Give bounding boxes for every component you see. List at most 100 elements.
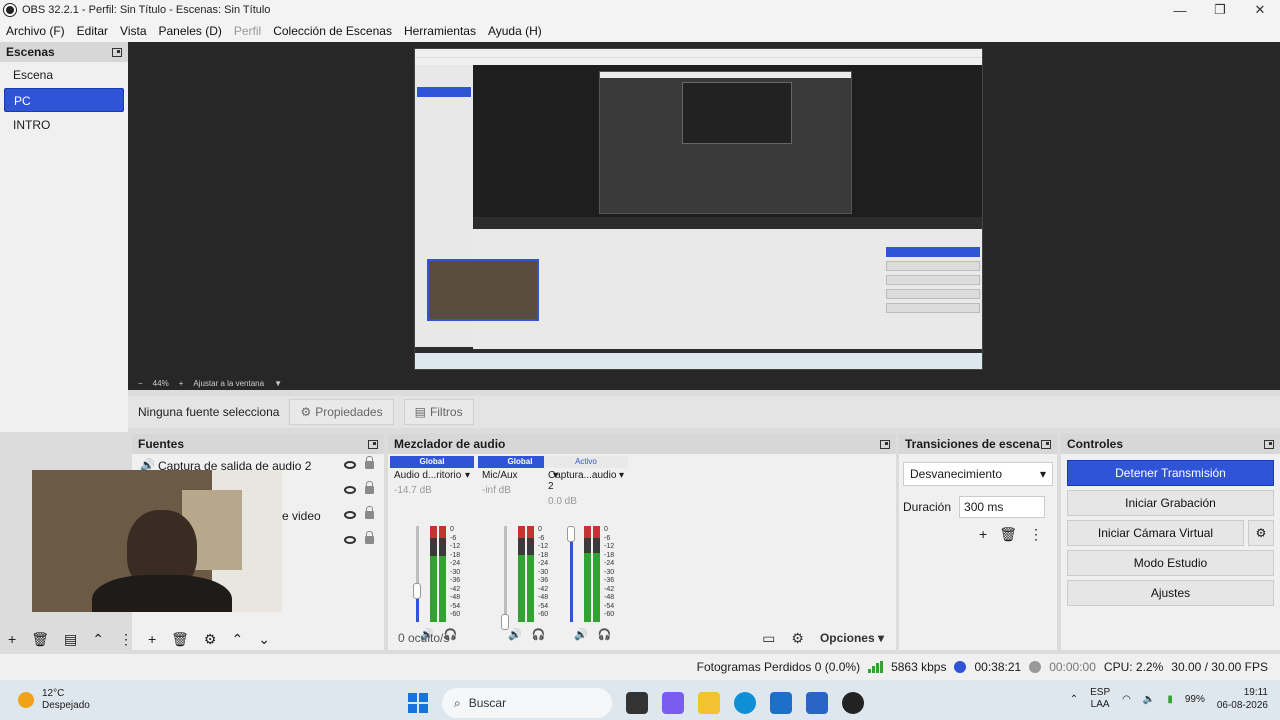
volume-fader[interactable]	[504, 526, 507, 622]
minimize-button[interactable]: —	[1160, 0, 1200, 20]
channel-name-row[interactable]: Audio d...ritorio ▾	[390, 468, 474, 483]
eye-icon[interactable]	[344, 536, 356, 544]
gear-icon[interactable]: ⚙	[204, 631, 217, 648]
duration-value: 300 ms	[964, 500, 1004, 514]
gear-icon[interactable]: ⚙	[1248, 520, 1274, 546]
close-button[interactable]: ✕	[1240, 0, 1280, 20]
db-tick: -18	[604, 551, 615, 559]
volume-fader[interactable]	[416, 526, 419, 622]
channel-name-row[interactable]: Captura...audio 2 ▾	[544, 468, 628, 494]
settings-button[interactable]: Ajustes	[1067, 580, 1274, 606]
undock-icon[interactable]	[880, 439, 890, 449]
menu-editar[interactable]: Editar	[71, 24, 114, 38]
db-tick: -6	[604, 534, 611, 542]
windows-start-icon[interactable]	[408, 693, 428, 713]
lock-icon[interactable]	[365, 481, 374, 494]
filter-icon[interactable]: ▤	[64, 631, 77, 648]
more-icon[interactable]: ⋮	[119, 631, 133, 648]
eye-icon[interactable]	[344, 461, 356, 469]
program-preview[interactable]	[128, 42, 1280, 376]
add-source-icon[interactable]: +	[148, 631, 156, 647]
fader-knob[interactable]	[567, 526, 575, 542]
trash-icon[interactable]: 🗑	[171, 631, 189, 648]
menu-vista[interactable]: Vista	[114, 24, 152, 38]
chevron-down-icon[interactable]: ▼	[274, 379, 282, 388]
layout-icon[interactable]: ▭	[762, 630, 775, 647]
audio-level-meter	[518, 526, 525, 622]
zoom-out-button[interactable]: −	[138, 379, 143, 388]
signal-icon	[868, 661, 884, 673]
stop-stream-button[interactable]: Detener Transmisión	[1067, 460, 1274, 486]
store-icon[interactable]	[770, 692, 792, 714]
duration-input[interactable]: 300 ms	[959, 496, 1046, 518]
outlook-icon[interactable]	[806, 692, 828, 714]
mixer-options-button[interactable]: Opciones ▾	[820, 631, 884, 645]
preview-capture	[414, 48, 983, 370]
battery-icon[interactable]: ▮	[1167, 694, 1173, 705]
db-tick: -30	[604, 568, 615, 576]
scenes-title: Escenas	[6, 45, 55, 59]
scene-item-escena[interactable]: Escena	[4, 63, 124, 87]
properties-button[interactable]: ⚙ Propiedades	[289, 399, 394, 425]
lang-indicator[interactable]: ESP LAA	[1090, 687, 1110, 711]
add-icon[interactable]: +	[979, 526, 987, 543]
chevron-up-icon[interactable]: ⌃	[1070, 694, 1078, 705]
undock-icon[interactable]	[1041, 439, 1051, 449]
undock-icon[interactable]	[112, 47, 122, 57]
add-scene-icon[interactable]: +	[8, 631, 16, 647]
trash-icon[interactable]: 🗑	[999, 526, 1017, 543]
virtual-camera-button[interactable]: Iniciar Cámara Virtual	[1067, 520, 1244, 546]
chevron-down-icon[interactable]: ⌄	[258, 631, 270, 648]
db-tick: -48	[450, 594, 461, 601]
zoom-in-button[interactable]: +	[179, 379, 184, 388]
more-icon[interactable]: ⋮	[1029, 526, 1043, 543]
undock-icon[interactable]	[368, 439, 378, 449]
eye-icon[interactable]	[344, 511, 356, 519]
mixer-channel: Activo Captura...audio 2 ▾ 0.0 dB 0 -6 -12 -18-…	[544, 456, 628, 641]
chevron-up-icon[interactable]: ⌃	[92, 631, 104, 648]
weather-widget[interactable]: 12°C Despejado	[18, 688, 90, 712]
menu-coleccion-escenas[interactable]: Colección de Escenas	[267, 24, 398, 38]
transition-select[interactable]: Desvanecimiento ▾	[903, 462, 1053, 486]
menu-archivo[interactable]: Archivo (F)	[0, 24, 71, 38]
edge-icon[interactable]	[734, 692, 756, 714]
copilot-icon[interactable]	[662, 692, 684, 714]
clock[interactable]: 19:11 06-08-2026	[1217, 686, 1268, 712]
chevron-down-icon[interactable]: ▾	[619, 470, 624, 492]
record-time: 00:00:00	[1049, 660, 1096, 674]
search-placeholder: Buscar	[468, 696, 507, 710]
link-gear-icon[interactable]: ⚙	[791, 630, 804, 647]
fader-knob[interactable]	[413, 583, 421, 600]
menu-herramientas[interactable]: Herramientas	[398, 24, 482, 38]
lock-icon[interactable]	[365, 456, 374, 469]
trash-icon[interactable]: 🗑	[31, 631, 49, 648]
scene-item-intro[interactable]: INTRO	[4, 113, 124, 137]
db-tick: 0	[450, 526, 454, 533]
channel-name: Audio d...ritorio	[394, 470, 462, 481]
channel-db: -14.7 dB	[394, 485, 432, 496]
gear-icon: ⚙	[300, 405, 312, 419]
volume-icon[interactable]: 🔈	[1143, 694, 1155, 705]
file-explorer-icon[interactable]	[698, 692, 720, 714]
undock-icon[interactable]	[1264, 439, 1274, 449]
transition-type: Desvanecimiento	[910, 467, 1003, 481]
wifi-icon[interactable]: ◠	[1122, 694, 1131, 705]
fit-window-label[interactable]: Ajustar a la ventana	[193, 379, 264, 388]
menu-ayuda[interactable]: Ayuda (H)	[482, 24, 548, 38]
obs-taskbar-icon[interactable]	[842, 692, 864, 714]
chevron-up-icon[interactable]: ⌃	[231, 631, 243, 648]
scene-item-pc[interactable]: PC	[4, 88, 124, 112]
stream-time: 00:38:21	[974, 660, 1022, 674]
menu-paneles[interactable]: Paneles (D)	[153, 24, 228, 38]
menu-perfil[interactable]: Perfil	[228, 24, 267, 38]
lock-icon[interactable]	[365, 506, 374, 519]
chevron-down-icon[interactable]: ▾	[465, 470, 470, 481]
task-view-icon[interactable]	[626, 692, 648, 714]
taskbar-search[interactable]: ⌕ Buscar	[442, 688, 612, 718]
maximize-button[interactable]: ❐	[1200, 0, 1240, 20]
eye-icon[interactable]	[344, 486, 356, 494]
lock-icon[interactable]	[365, 531, 374, 544]
filters-button[interactable]: ▤ Filtros	[403, 399, 474, 425]
studio-mode-button[interactable]: Modo Estudio	[1067, 550, 1274, 576]
start-recording-button[interactable]: Iniciar Grabación	[1067, 490, 1274, 516]
